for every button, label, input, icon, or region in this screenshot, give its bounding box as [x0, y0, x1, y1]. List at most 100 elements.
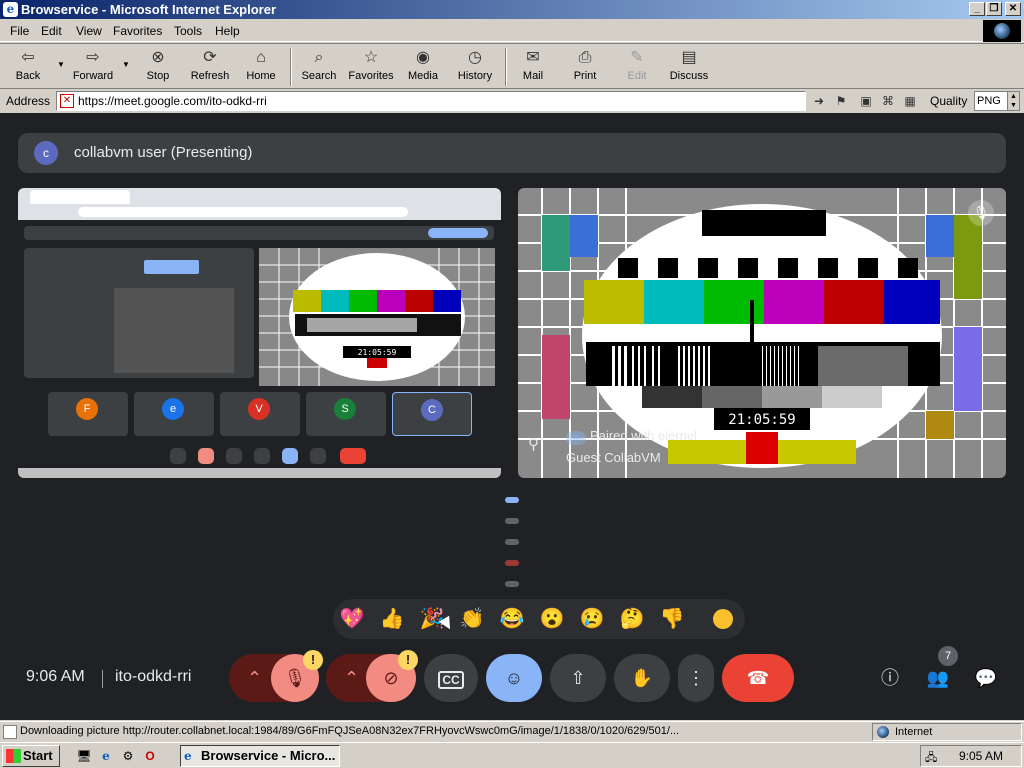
chevron-up-icon: ⌃ — [247, 668, 263, 688]
present-screen-button[interactable]: ⇧ — [550, 654, 606, 702]
participant-tile-guest[interactable]: 21:05:59 🎙 ⚲ ∞ Paired with elernel Guest … — [518, 188, 1006, 478]
quality-label: Quality — [930, 94, 968, 108]
home-button[interactable]: ⌂ Home — [242, 48, 280, 86]
present-screen-icon: ⇧ — [570, 668, 586, 688]
captions-button[interactable]: CC — [424, 654, 478, 702]
shared-control-bar — [18, 444, 501, 468]
forward-button[interactable]: ⇨ Forward — [70, 48, 116, 86]
page-dot[interactable] — [505, 560, 519, 566]
menu-view[interactable]: View — [76, 24, 102, 38]
shared-meet-view: 21:05:59 F e V S C — [18, 220, 501, 468]
shared-test-pattern: 21:05:59 — [259, 248, 495, 386]
people-icon[interactable]: 👥 — [926, 666, 950, 690]
menu-favorites[interactable]: Favorites — [113, 24, 162, 38]
close-button[interactable]: ✕ — [1005, 2, 1021, 16]
menu-edit[interactable]: Edit — [41, 24, 62, 38]
start-button[interactable]: Start — [2, 745, 60, 767]
shared-avatar: F — [76, 398, 98, 420]
zoom-icon[interactable]: ▣ — [858, 93, 874, 109]
camera-warning-icon: ! — [398, 650, 418, 670]
more-options-button[interactable]: ⋮ — [678, 654, 714, 702]
desktop-quicklaunch-icon[interactable]: 🖥 — [76, 748, 92, 764]
shared-present-icon — [282, 448, 298, 464]
shared-taskbar — [18, 468, 501, 478]
back-dropdown-icon[interactable]: ▼ — [57, 60, 65, 69]
menu-bar: File Edit View Favorites Tools Help — [0, 20, 1024, 42]
reactions-button[interactable]: ☺ — [486, 654, 542, 702]
address-label: Address — [6, 94, 51, 108]
search-button[interactable]: ⌕ Search — [299, 48, 339, 86]
clipboard-icon[interactable]: ▦ — [902, 93, 918, 109]
stop-button[interactable]: ⊗ Stop — [138, 48, 178, 86]
menu-help[interactable]: Help — [215, 24, 240, 38]
bookmark-icon[interactable]: ⚑ — [833, 93, 849, 109]
people-count-badge: 7 — [938, 646, 958, 666]
pin-icon[interactable]: ⚲ — [528, 435, 539, 453]
raise-hand-button[interactable]: ✋ — [614, 654, 670, 702]
emoji-icon: ☺ — [504, 668, 524, 688]
back-arrow-icon: ⇦ — [21, 49, 35, 66]
reaction-thumbs-down[interactable]: 👎 — [658, 605, 686, 633]
opera-quicklaunch-icon[interactable]: O — [142, 748, 158, 764]
screen-share-tile[interactable]: 21:05:59 F e V S C — [18, 188, 501, 478]
history-button[interactable]: ◷ History — [455, 48, 495, 86]
refresh-button[interactable]: ⟳ Refresh — [187, 48, 233, 86]
camera-off-icon: ⊘ — [383, 668, 399, 688]
reaction-thumbs-up[interactable]: 👍 — [378, 605, 406, 633]
shared-mic-icon — [170, 448, 186, 464]
end-call-button[interactable]: ☎ — [722, 654, 794, 702]
menu-tools[interactable]: Tools — [174, 24, 202, 38]
chat-icon[interactable]: 💬 — [974, 666, 998, 690]
address-bar: Address ✕ https://meet.google.com/ito-od… — [0, 90, 1024, 112]
page-loading-icon — [3, 725, 17, 739]
find-icon[interactable]: ⌘ — [880, 93, 896, 109]
network-tray-icon[interactable]: 🖧 — [925, 749, 941, 764]
stop-icon: ⊗ — [151, 49, 165, 66]
back-button[interactable]: ⇦ Back — [8, 48, 48, 86]
windows-flag-icon — [6, 749, 21, 763]
network-quicklaunch-icon[interactable]: ⚙ — [120, 748, 136, 764]
quality-select[interactable]: PNG ▲ ▼ — [974, 91, 1020, 111]
taskbar-item-browservice[interactable]: e Browservice - Micro... — [180, 745, 340, 767]
page-dot[interactable] — [505, 581, 519, 587]
ie-logo-icon: e — [3, 2, 18, 17]
print-icon: ⎙ — [578, 49, 592, 66]
window-title: Browservice - Microsoft Internet Explore… — [21, 2, 277, 17]
go-arrow-icon[interactable]: ➜ — [811, 93, 827, 109]
media-button[interactable]: ◉ Media — [405, 48, 441, 86]
print-button[interactable]: ⎙ Print — [568, 48, 602, 86]
edit-icon: ✎ — [630, 49, 644, 66]
reaction-surprised[interactable]: 😮 — [538, 605, 566, 633]
discuss-button[interactable]: ▤ Discuss — [668, 48, 710, 86]
address-input[interactable]: ✕ https://meet.google.com/ito-odkd-rri — [56, 91, 806, 111]
shared-avatar: C — [421, 399, 443, 421]
search-icon: ⌕ — [314, 49, 324, 66]
skin-tone-selector[interactable] — [713, 609, 733, 629]
edit-button[interactable]: ✎ Edit — [622, 48, 652, 86]
shared-stop-button — [144, 260, 199, 274]
status-text: Downloading picture http://router.collab… — [20, 725, 680, 737]
forward-dropdown-icon[interactable]: ▼ — [122, 60, 130, 69]
page-dot[interactable] — [505, 539, 519, 545]
test-pattern-clock: 21:05:59 — [728, 412, 795, 428]
ie-quicklaunch-icon[interactable]: e — [98, 748, 114, 764]
reaction-laughing[interactable]: 😂 — [498, 605, 526, 633]
reaction-thinking[interactable]: 🤔 — [618, 605, 646, 633]
meet-viewport: c collabvm user (Presenting) 21:05:59 F … — [0, 113, 1024, 720]
favorites-button[interactable]: ☆ Favorites — [346, 48, 396, 86]
quality-spinner-icon[interactable]: ▲ ▼ — [1007, 92, 1019, 110]
windows-logo — [983, 20, 1021, 42]
shared-screen-panel — [24, 248, 254, 378]
mail-button[interactable]: ✉ Mail — [515, 48, 551, 86]
recursive-capture — [114, 288, 234, 373]
page-dot-active[interactable] — [505, 497, 519, 503]
more-vert-icon: ⋮ — [687, 668, 705, 688]
menu-file[interactable]: File — [10, 24, 29, 38]
restore-button[interactable]: ❐ — [986, 2, 1002, 16]
meeting-details-icon[interactable]: ⓘ — [878, 666, 902, 690]
reaction-sparkling-heart[interactable]: 💖 — [338, 605, 366, 633]
reaction-clapping[interactable]: 👏 — [458, 605, 486, 633]
reaction-crying[interactable]: 😢 — [578, 605, 606, 633]
page-dot[interactable] — [505, 518, 519, 524]
minimize-button[interactable]: _ — [969, 2, 985, 16]
